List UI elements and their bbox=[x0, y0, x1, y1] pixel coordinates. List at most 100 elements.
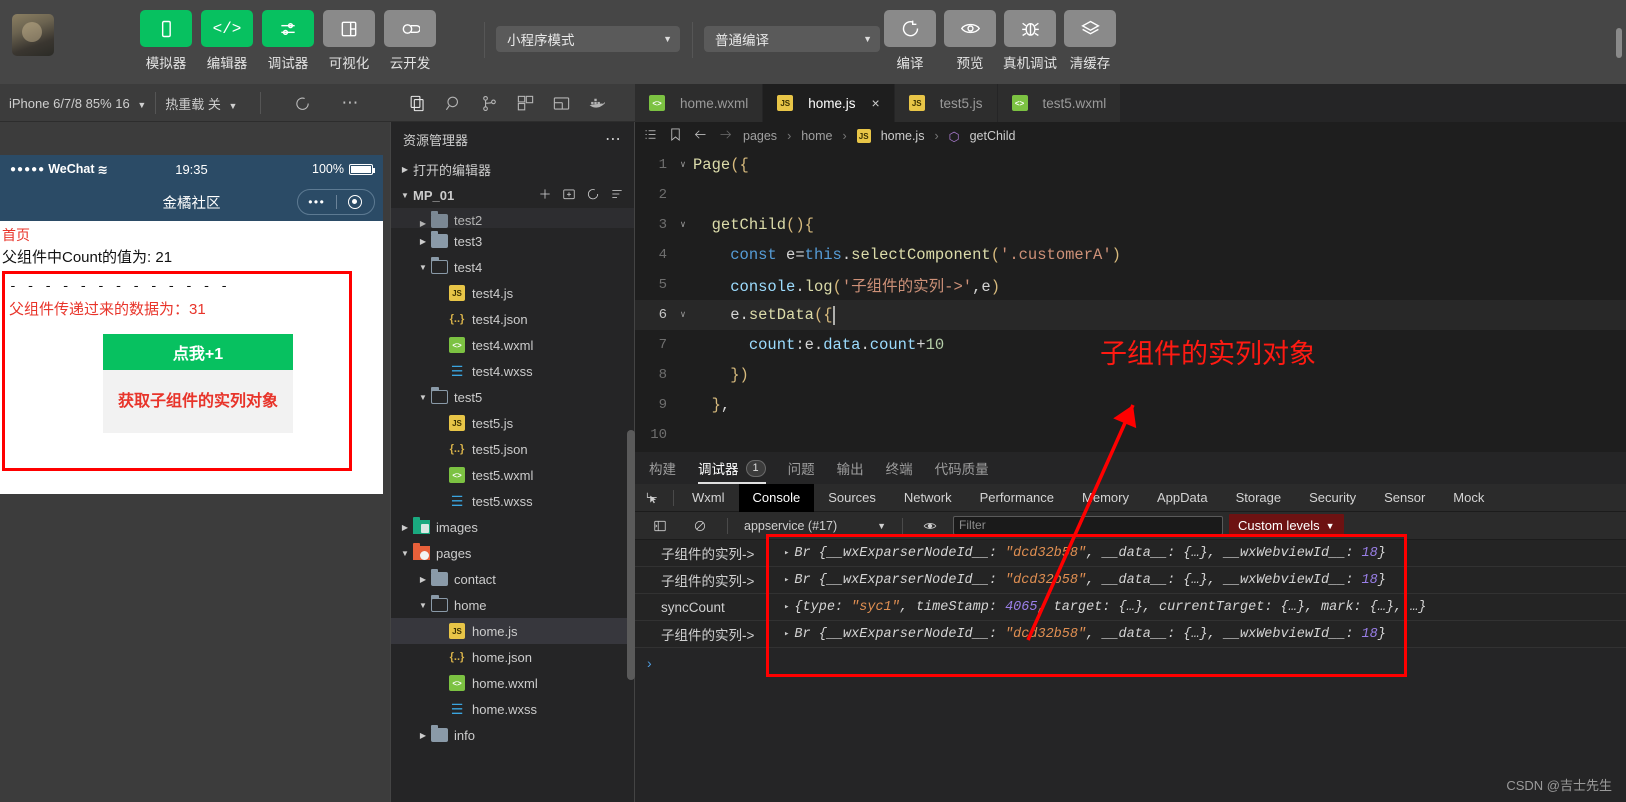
action-real-device-debug[interactable]: 真机调试 bbox=[1003, 10, 1057, 72]
panel-tab-调试器[interactable]: 调试器 1 bbox=[698, 452, 766, 484]
code-line[interactable]: 2 bbox=[635, 180, 1626, 210]
debug-layout-icon[interactable] bbox=[545, 88, 577, 118]
code-line[interactable]: 3 ∨ getChild(){ bbox=[635, 210, 1626, 240]
code-editor[interactable]: 1 ∨ Page({2 3 ∨ getChild(){4 const e=this.se… bbox=[635, 150, 1626, 452]
expand-icon[interactable]: ▸ bbox=[784, 629, 789, 639]
inspect-icon[interactable] bbox=[635, 491, 669, 505]
tree-folder[interactable]: info bbox=[391, 722, 634, 748]
action-clear-cache[interactable]: 清缓存 bbox=[1064, 10, 1116, 72]
collapse-all-icon[interactable] bbox=[610, 187, 624, 204]
tree-folder[interactable]: test3 bbox=[391, 228, 634, 254]
tool-editor[interactable]: </> 编辑器 bbox=[201, 10, 253, 72]
panel-tab-构建[interactable]: 构建 bbox=[649, 452, 676, 484]
code-line[interactable]: 4 const e=this.selectComponent('.custome… bbox=[635, 240, 1626, 270]
expand-icon[interactable]: ▸ bbox=[784, 602, 789, 612]
tree-file[interactable]: ☰ home.wxss bbox=[391, 696, 634, 722]
editor-tab-test5-js[interactable]: JS test5.js bbox=[894, 84, 998, 122]
devtools-tab-appdata[interactable]: AppData bbox=[1143, 484, 1222, 512]
breadcrumb-pages[interactable]: pages bbox=[743, 129, 777, 143]
tree-file[interactable]: <> home.wxml bbox=[391, 670, 634, 696]
device-select[interactable]: iPhone 6/7/8 85% 16 ▼ bbox=[0, 96, 155, 111]
devtools-tab-console[interactable]: Console bbox=[738, 483, 815, 512]
console-levels-select[interactable]: Custom levels ▼ bbox=[1229, 514, 1344, 537]
back-arrow-icon[interactable] bbox=[693, 127, 708, 145]
devtools-tab-mock[interactable]: Mock bbox=[1439, 484, 1498, 512]
breadcrumb-home[interactable]: home bbox=[801, 129, 832, 143]
more-icon[interactable]: ⋯ bbox=[333, 93, 367, 113]
tree-file[interactable]: ☰ test5.wxss bbox=[391, 488, 634, 514]
console-row[interactable]: 子组件的实列-> ▸ Br {__wxExparserNodeId__: "dcd3… bbox=[635, 540, 1626, 567]
new-file-icon[interactable] bbox=[538, 187, 552, 204]
fold-icon[interactable]: ∨ bbox=[673, 220, 693, 230]
breadcrumb-symbol[interactable]: getChild bbox=[970, 129, 1016, 143]
project-root-row[interactable]: MP_01 bbox=[391, 182, 634, 208]
increment-button[interactable]: 点我+1 bbox=[103, 334, 293, 370]
eye-icon[interactable] bbox=[913, 519, 947, 533]
avatar[interactable] bbox=[12, 14, 54, 56]
tree-file[interactable]: ☰ test4.wxss bbox=[391, 358, 634, 384]
code-line[interactable]: 5 console.log('子组件的实列->',e) bbox=[635, 270, 1626, 300]
tool-cloud[interactable]: 云开发 bbox=[384, 10, 436, 72]
devtools-tab-security[interactable]: Security bbox=[1295, 484, 1370, 512]
tree-folder[interactable]: test5 bbox=[391, 384, 634, 410]
tool-simulator[interactable]: 模拟器 bbox=[140, 10, 192, 72]
panel-tab-输出[interactable]: 输出 bbox=[837, 452, 864, 484]
console-row[interactable]: 子组件的实列-> ▸ Br {__wxExparserNodeId__: "dcd3… bbox=[635, 567, 1626, 594]
devtools-tab-memory[interactable]: Memory bbox=[1068, 484, 1143, 512]
new-folder-icon[interactable] bbox=[562, 187, 576, 204]
console-sidebar-icon[interactable] bbox=[643, 519, 677, 533]
outline-icon[interactable] bbox=[643, 127, 658, 145]
docker-icon[interactable] bbox=[581, 88, 613, 118]
refresh-icon[interactable] bbox=[586, 187, 600, 204]
devtools-tab-performance[interactable]: Performance bbox=[966, 484, 1068, 512]
expand-icon[interactable]: ▸ bbox=[784, 575, 789, 585]
action-preview[interactable]: 预览 bbox=[944, 10, 996, 72]
tool-debugger[interactable]: 调试器 bbox=[262, 10, 314, 72]
action-compile[interactable]: 编译 bbox=[884, 10, 936, 72]
tree-folder[interactable]: test4 bbox=[391, 254, 634, 280]
panel-tab-代码质量[interactable]: 代码质量 bbox=[935, 452, 989, 484]
bookmark-icon[interactable] bbox=[668, 127, 683, 145]
devtools-tab-storage[interactable]: Storage bbox=[1222, 484, 1296, 512]
capsule-menu-icon[interactable]: ••• bbox=[298, 195, 336, 209]
devtools-tab-network[interactable]: Network bbox=[890, 484, 966, 512]
editor-tab-test5-wxml[interactable]: <> test5.wxml bbox=[997, 84, 1122, 122]
tree-folder[interactable]: test2 bbox=[391, 208, 634, 228]
extensions-icon[interactable] bbox=[509, 88, 541, 118]
console-context-select[interactable]: appservice (#17) ▼ bbox=[738, 519, 892, 533]
tree-file[interactable]: <> test5.wxml bbox=[391, 462, 634, 488]
tree-folder[interactable]: contact bbox=[391, 566, 634, 592]
devtools-tab-sources[interactable]: Sources bbox=[814, 484, 890, 512]
code-line[interactable]: 9 }, bbox=[635, 390, 1626, 420]
clear-icon[interactable] bbox=[683, 519, 717, 533]
console-row[interactable]: 子组件的实列-> ▸ Br {__wxExparserNodeId__: "dcd3… bbox=[635, 621, 1626, 648]
code-line[interactable]: 1 ∨ Page({ bbox=[635, 150, 1626, 180]
home-link[interactable]: 首页 bbox=[2, 225, 381, 245]
tool-visualization[interactable]: 可视化 bbox=[323, 10, 375, 72]
console-filter-input[interactable]: Filter bbox=[953, 516, 1224, 535]
code-line[interactable]: 10 bbox=[635, 420, 1626, 450]
tree-folder[interactable]: images bbox=[391, 514, 634, 540]
close-icon[interactable]: × bbox=[872, 95, 880, 111]
source-control-icon[interactable] bbox=[473, 88, 505, 118]
more-icon[interactable]: ⋯ bbox=[605, 129, 622, 149]
mode-select[interactable]: 小程序模式 ▼ bbox=[496, 26, 680, 52]
toolbar-scroll-indicator[interactable] bbox=[1616, 28, 1622, 58]
capsule-close-icon[interactable] bbox=[337, 195, 375, 209]
compile-select[interactable]: 普通编译 ▼ bbox=[704, 26, 880, 52]
fold-icon[interactable]: ∨ bbox=[673, 310, 693, 320]
forward-arrow-icon[interactable] bbox=[718, 127, 733, 145]
code-line[interactable]: 6 ∨ e.setData({ bbox=[635, 300, 1626, 330]
tree-file[interactable]: {..} test4.json bbox=[391, 306, 634, 332]
explorer-scrollbar[interactable] bbox=[627, 430, 635, 680]
open-editors-row[interactable]: 打开的编辑器 bbox=[391, 156, 634, 182]
editor-tab-home-wxml[interactable]: <> home.wxml bbox=[635, 84, 764, 122]
tree-folder[interactable]: home bbox=[391, 592, 634, 618]
hotreload-select[interactable]: 热重载 关 ▼ bbox=[156, 94, 246, 113]
devtools-tab-sensor[interactable]: Sensor bbox=[1370, 484, 1439, 512]
console-prompt[interactable]: › bbox=[635, 648, 1626, 678]
breadcrumb-file[interactable]: home.js bbox=[881, 129, 925, 143]
tree-file[interactable]: JS test5.js bbox=[391, 410, 634, 436]
tree-file[interactable]: JS home.js bbox=[391, 618, 634, 644]
panel-tab-问题[interactable]: 问题 bbox=[788, 452, 815, 484]
